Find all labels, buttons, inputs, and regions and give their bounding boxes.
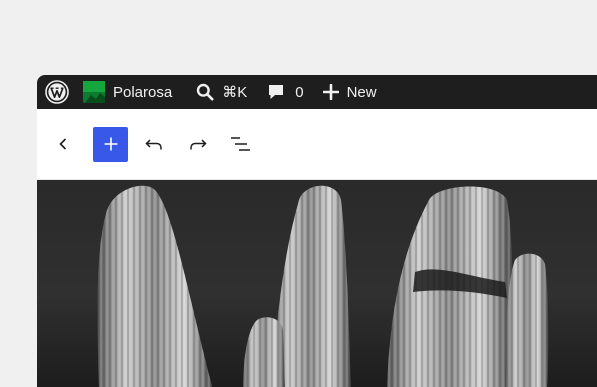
site-link[interactable]: Polarosa bbox=[83, 81, 172, 103]
comments-count: 0 bbox=[295, 83, 304, 101]
chevron-left-icon bbox=[59, 138, 67, 150]
cover-image[interactable] bbox=[37, 180, 597, 387]
admin-bar: Polarosa ⌘K 0 New bbox=[37, 75, 597, 109]
list-view-button[interactable] bbox=[228, 132, 252, 156]
site-name: Polarosa bbox=[113, 83, 173, 101]
back-button[interactable] bbox=[53, 134, 73, 154]
search-icon bbox=[197, 83, 214, 101]
redo-icon bbox=[190, 139, 207, 150]
redo-button[interactable] bbox=[186, 132, 210, 156]
site-icon bbox=[83, 81, 105, 103]
wordpress-logo-icon[interactable] bbox=[45, 80, 69, 104]
undo-button[interactable] bbox=[142, 132, 166, 156]
block-inserter-button[interactable] bbox=[93, 126, 128, 162]
new-content-button[interactable]: New bbox=[322, 83, 377, 101]
new-label: New bbox=[346, 83, 377, 101]
plus-icon bbox=[104, 137, 117, 151]
saguaro-cactus-image bbox=[97, 185, 549, 387]
undo-icon bbox=[145, 139, 162, 150]
comments-link[interactable]: 0 bbox=[267, 83, 304, 101]
search-shortcut: ⌘K bbox=[222, 84, 248, 101]
editor-toolbar bbox=[37, 109, 597, 180]
plus-icon bbox=[322, 84, 339, 100]
comment-icon bbox=[269, 85, 284, 99]
editor-window: Polarosa ⌘K 0 New bbox=[37, 75, 597, 387]
list-view-icon bbox=[231, 137, 250, 151]
command-palette-button[interactable]: ⌘K bbox=[196, 83, 247, 101]
